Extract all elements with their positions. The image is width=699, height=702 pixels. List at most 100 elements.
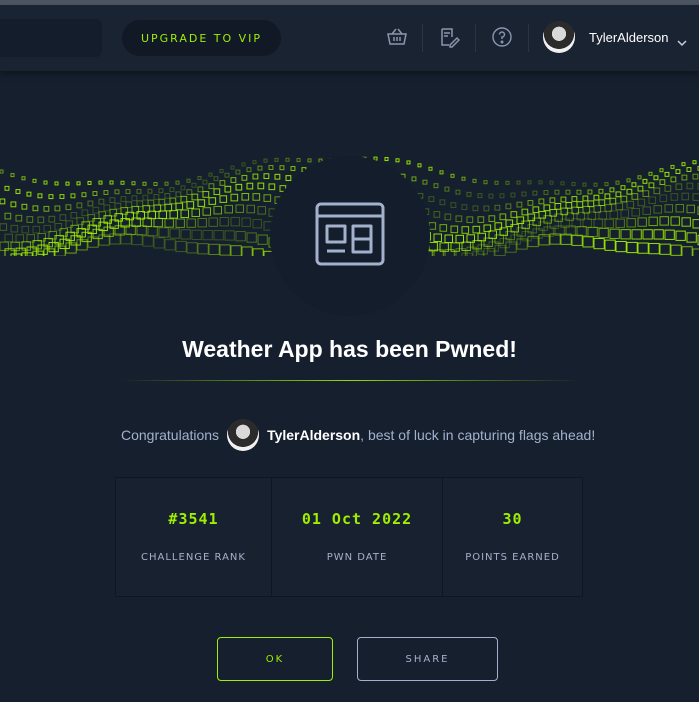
banner-cube	[466, 191, 472, 197]
banner-cube	[131, 181, 136, 186]
congrats-user-name[interactable]: TylerAlderson	[267, 427, 360, 443]
banner-cube	[461, 176, 466, 181]
banner-cube	[466, 216, 474, 224]
banner-cube	[428, 196, 435, 202]
banner-cube	[686, 167, 692, 172]
banner-cube	[114, 202, 122, 210]
banner-cube	[604, 204, 613, 212]
banner-cube	[609, 210, 618, 219]
banner-cube	[521, 208, 529, 216]
ok-button[interactable]: OK	[217, 637, 333, 681]
banner-cube	[538, 210, 547, 219]
banner-cube	[681, 246, 693, 256]
banner-cube	[81, 192, 87, 198]
banner-cube	[521, 191, 527, 197]
chevron-down-icon[interactable]	[677, 34, 687, 52]
banner-cube	[428, 166, 433, 171]
banner-cube	[637, 217, 647, 227]
banner-cube	[180, 229, 191, 240]
banner-cube	[576, 201, 584, 208]
banner-cube	[642, 178, 648, 184]
banner-cube	[494, 222, 503, 230]
avatar[interactable]	[543, 21, 575, 53]
pwned-title: Weather App has been Pwned!	[182, 336, 517, 362]
banner-cube	[202, 191, 210, 198]
banner-cube	[197, 186, 204, 193]
help-icon[interactable]	[490, 25, 514, 49]
banner-cube	[422, 179, 428, 185]
banner-cube	[653, 187, 661, 195]
banner-cube	[241, 217, 251, 227]
banner-cube	[626, 178, 631, 183]
banner-cube	[43, 180, 48, 185]
banner-cube	[4, 248, 15, 256]
share-button[interactable]: SHARE	[357, 637, 498, 681]
banner-cube	[180, 185, 186, 191]
banner-cube	[158, 188, 164, 194]
banner-cube	[565, 189, 571, 195]
banner-cube	[615, 240, 627, 253]
banner-cube	[76, 181, 81, 186]
banner-cube	[692, 248, 699, 256]
banner-cube	[543, 190, 549, 195]
banner-cube	[10, 173, 15, 178]
banner-cube	[213, 176, 219, 182]
banner-cube	[609, 228, 620, 239]
banner-cube	[208, 183, 215, 190]
banner-cube	[230, 216, 240, 227]
banner-cube	[246, 182, 254, 190]
banner-cube	[631, 229, 642, 240]
banner-cube	[411, 176, 417, 182]
banner-cube	[571, 196, 578, 202]
banner-cube	[70, 211, 78, 219]
banner-cube	[21, 176, 26, 181]
banner-cube	[433, 233, 442, 242]
banner-cube	[235, 204, 244, 213]
banner-cube	[65, 181, 70, 186]
banner-cube	[103, 204, 111, 212]
banner-cube	[604, 182, 609, 187]
search-input[interactable]	[0, 19, 102, 57]
banner-cube	[461, 226, 470, 234]
banner-cube	[213, 205, 222, 215]
banner-cube	[263, 158, 268, 163]
banner-cube	[554, 189, 560, 195]
banner-cube	[202, 179, 208, 185]
banner-cube	[505, 203, 512, 210]
banner-cube	[406, 160, 411, 165]
banner-cube	[186, 201, 195, 209]
banner-cube	[505, 180, 510, 185]
banner-cube	[444, 186, 450, 192]
banner-cube	[637, 185, 644, 192]
banner-cube	[461, 241, 471, 252]
banner-cube	[175, 180, 180, 185]
banner-cube	[59, 214, 67, 221]
receipt-edit-icon[interactable]	[437, 25, 461, 49]
banner-cube	[15, 214, 23, 222]
banner-cube	[648, 196, 657, 204]
banner-cube	[483, 205, 490, 212]
banner-cube	[642, 190, 650, 197]
banner-cube	[0, 223, 8, 231]
user-name[interactable]: TylerAlderson	[589, 30, 668, 45]
banner-cube	[103, 190, 109, 195]
banner-cube	[477, 193, 483, 199]
banner-cube	[620, 209, 629, 218]
banner-cube	[43, 205, 50, 212]
banner-cube	[444, 249, 455, 256]
banner-cube	[26, 216, 34, 223]
banner-cube	[219, 217, 229, 227]
banner-cube	[659, 243, 671, 255]
banner-cube	[593, 238, 605, 250]
banner-cube	[543, 204, 551, 212]
stat-label: PWN DATE	[326, 552, 388, 563]
banner-cube	[675, 169, 681, 175]
basket-icon[interactable]	[385, 25, 409, 49]
banner-cube	[681, 174, 688, 181]
banner-cube	[274, 173, 281, 180]
upgrade-to-vip-button[interactable]: UPGRADE TO VIP	[122, 20, 281, 56]
banner-cube	[516, 201, 523, 208]
banner-cube	[131, 233, 143, 246]
banner-cube	[59, 194, 65, 200]
banner-cube	[98, 211, 107, 219]
